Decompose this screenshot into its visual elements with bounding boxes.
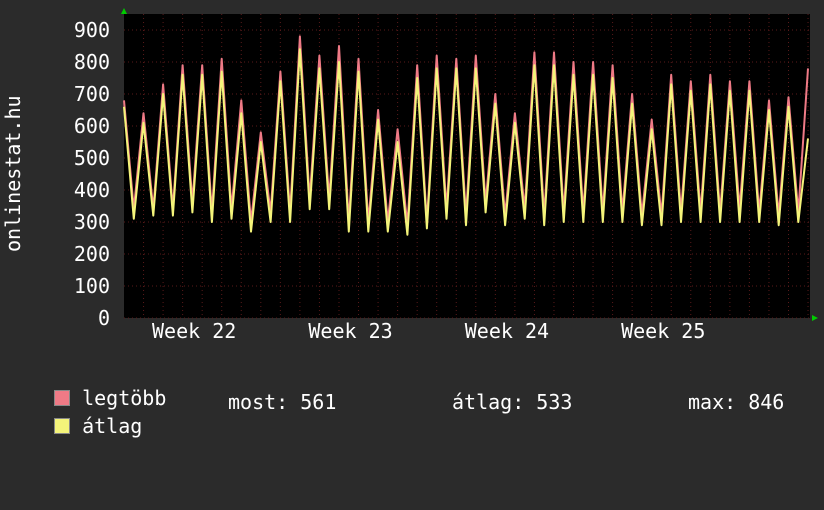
x-tick-label: Week 23	[308, 319, 392, 343]
y-tick-label: 700	[74, 82, 110, 106]
y-tick-label: 0	[98, 306, 110, 330]
x-tick-label: Week 22	[152, 319, 236, 343]
x-tick-label: Week 24	[465, 319, 549, 343]
y-tick-label: 200	[74, 242, 110, 266]
y-tick-label: 100	[74, 274, 110, 298]
legend-swatch-avg	[54, 418, 71, 434]
y-tick-label: 600	[74, 114, 110, 138]
x-tick-label: Week 25	[621, 319, 705, 343]
y-tick-label: 900	[74, 18, 110, 42]
stat-average: átlag: 533	[452, 390, 573, 414]
y-axis: 0 100 200 300 400 500 600 700 800 900	[74, 18, 110, 330]
stat-max: max: 846	[688, 390, 785, 414]
stat-current: most: 561	[228, 390, 337, 414]
plot-area	[124, 14, 810, 318]
legend-item-avg: átlag most: 561 átlag: 533 max: 846	[30, 390, 810, 438]
y-tick-label: 800	[74, 50, 110, 74]
x-axis: Week 22 Week 23 Week 24 Week 25	[152, 319, 705, 343]
legend-item-max: legtöbb	[30, 362, 810, 410]
watermark: onlinestat.hu	[1, 95, 25, 252]
x-axis-arrow-icon	[812, 315, 818, 321]
y-tick-label: 400	[74, 178, 110, 202]
y-axis-arrow-icon	[121, 8, 127, 14]
legend-label-avg: átlag	[82, 414, 143, 438]
y-tick-label: 300	[74, 210, 110, 234]
y-tick-label: 500	[74, 146, 110, 170]
